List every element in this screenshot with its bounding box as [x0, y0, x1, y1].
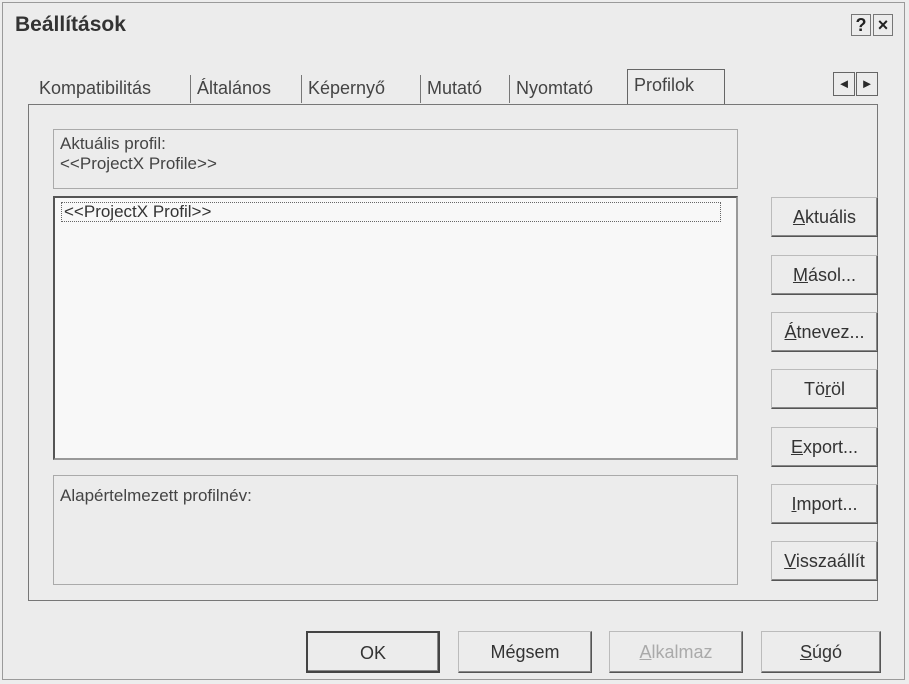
- import-button[interactable]: Import...: [771, 484, 878, 524]
- export-button[interactable]: Export...: [771, 427, 878, 467]
- visszaallit-button[interactable]: Visszaállít: [771, 541, 878, 581]
- current-profile-group: Aktuális profil: <<ProjectX Profile>>: [53, 129, 738, 189]
- aktualis-button[interactable]: Aktuális: [771, 197, 878, 237]
- masol-button[interactable]: Másol...: [771, 255, 878, 295]
- tab-profilok[interactable]: Profilok: [627, 69, 725, 105]
- help-text-button[interactable]: Súgó: [761, 631, 881, 673]
- atnevez-button[interactable]: Átnevez...: [771, 312, 878, 352]
- window-title: Beállítások: [15, 13, 126, 36]
- tab-nyomtato[interactable]: Nyomtató: [509, 75, 599, 103]
- settings-dialog: Beállítások ? × Kompatibilitás Általános…: [2, 2, 905, 680]
- apply-button[interactable]: Alkalmaz: [609, 631, 743, 673]
- tab-kepernyo[interactable]: Képernyő: [301, 75, 391, 103]
- scroll-left-icon[interactable]: ◄: [833, 72, 855, 96]
- default-profile-group: Alapértelmezett profilnév:: [53, 475, 738, 585]
- help-button[interactable]: ?: [851, 14, 871, 36]
- default-profile-label: Alapértelmezett profilnév:: [60, 486, 252, 505]
- title-bar: Beállítások ? ×: [3, 3, 904, 47]
- profile-listbox[interactable]: <<ProjectX Profil>>: [53, 196, 738, 460]
- cancel-button[interactable]: Mégsem: [458, 631, 592, 673]
- profiles-panel: Aktuális profil: <<ProjectX Profile>> <<…: [28, 104, 878, 601]
- close-button[interactable]: ×: [873, 14, 893, 36]
- current-profile-label: Aktuális profil:: [60, 134, 166, 153]
- list-item[interactable]: <<ProjectX Profil>>: [61, 202, 721, 222]
- tab-altalanos[interactable]: Általános: [190, 75, 277, 103]
- torol-button[interactable]: Töröl: [771, 369, 878, 409]
- tab-mutato[interactable]: Mutató: [420, 75, 488, 103]
- scroll-right-icon[interactable]: ►: [856, 72, 878, 96]
- tab-scroll-arrows: ◄ ►: [833, 72, 879, 96]
- current-profile-value: <<ProjectX Profile>>: [60, 154, 217, 173]
- ok-button[interactable]: OK: [306, 631, 440, 673]
- tab-kompatibilitas[interactable]: Kompatibilitás: [33, 75, 157, 103]
